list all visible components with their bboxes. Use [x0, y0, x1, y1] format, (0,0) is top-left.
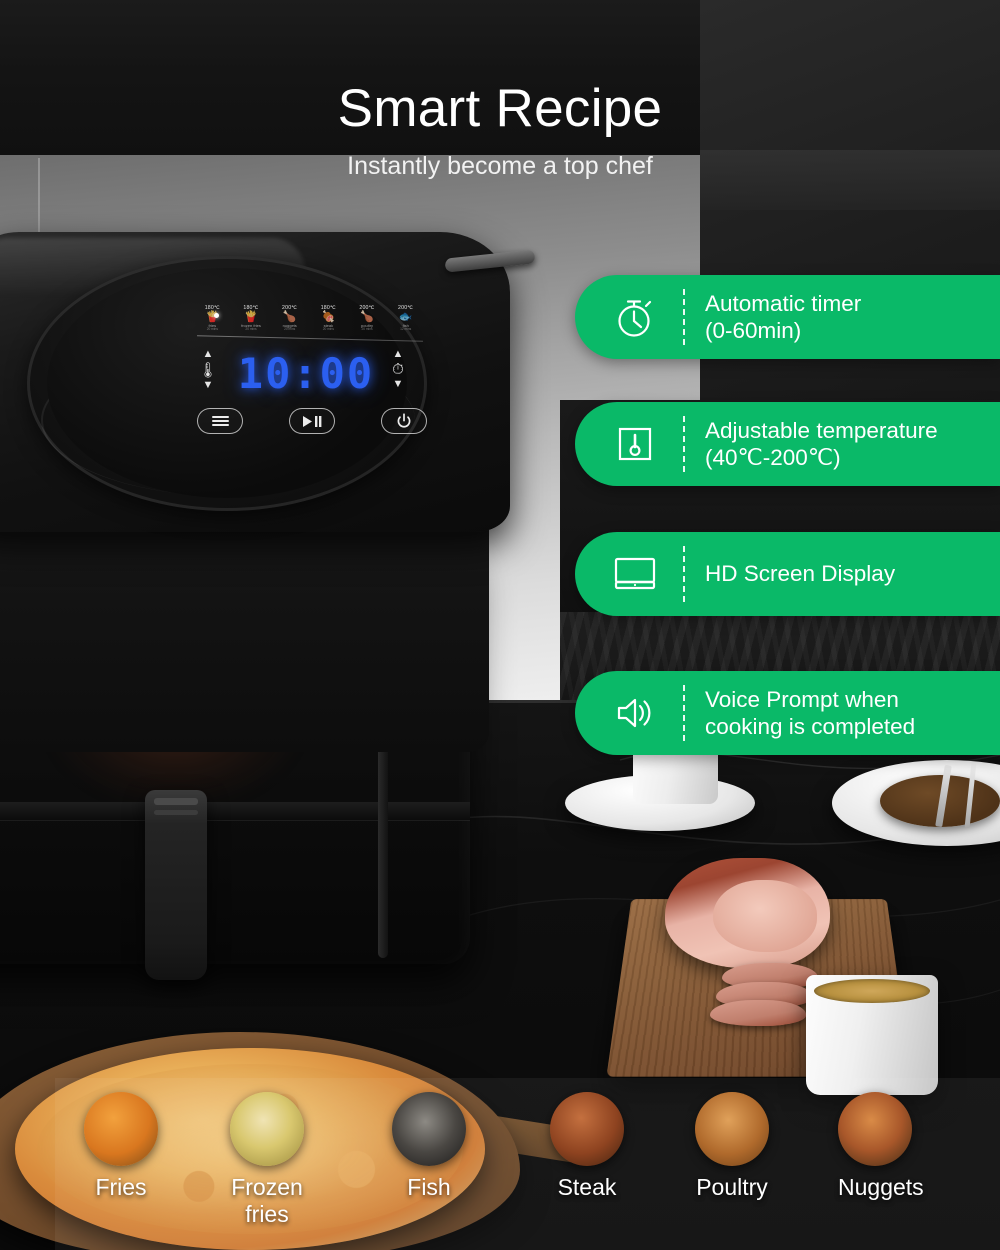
food-label: Nuggets [838, 1174, 924, 1200]
pill-divider [683, 289, 685, 345]
menu-button[interactable] [197, 408, 243, 434]
preset-steak[interactable]: 180℃ 🍖 steak 20 mins [309, 305, 348, 340]
steak-icon: 🍖 [321, 311, 336, 324]
preset-sub: 12 mins [400, 327, 412, 332]
page-subtitle: Instantly become a top chef [347, 152, 653, 180]
preset-program-row: 180℃ 🍟 fries 20 mins 180℃ 🍟 frozen fries… [193, 305, 425, 340]
feature-pill-hd-screen-display[interactable]: HD Screen Display [575, 532, 1000, 616]
basket-band [0, 802, 470, 820]
menu-icon [211, 414, 229, 428]
nuggets-icon: 🍗 [282, 311, 297, 324]
food-label: Frozen fries [231, 1174, 303, 1227]
feature-label: HD Screen Display [705, 561, 896, 587]
temperature-stepper[interactable]: ▲ 🌡 ▼ [193, 349, 223, 391]
product-marketing-banner: BLITZHOME 180℃ 🍟 fries 20 mins 180℃ 🍟 fr… [0, 0, 1000, 1250]
touch-button-row [197, 408, 427, 434]
thermometer-icon [589, 402, 681, 486]
basket-handle[interactable] [145, 790, 207, 980]
food-item-fish[interactable]: Fish [392, 1092, 466, 1201]
fish-thumbnail [392, 1092, 466, 1166]
food-label: Poultry [696, 1174, 768, 1200]
preset-sub: 20 mins [284, 327, 296, 332]
fries-thumbnail [84, 1092, 158, 1166]
meat-slice [710, 1000, 806, 1026]
timer-stepper[interactable]: ▲ ⏱ ▼ [383, 349, 413, 390]
poultry-icon: 🍗 [360, 311, 374, 324]
stopwatch-icon [589, 275, 681, 359]
play-pause-button[interactable] [289, 408, 335, 434]
screen-icon [589, 532, 681, 616]
nuggets-thumbnail [838, 1092, 912, 1166]
temp-up-arrow[interactable]: ▲ [193, 349, 223, 360]
timer-dial-icon: ⏱ [392, 361, 404, 378]
preset-nuggets[interactable]: 200℃ 🍗 nuggets 20 mins [270, 305, 309, 340]
timer-down-arrow[interactable]: ▼ [383, 379, 413, 390]
fries-icon: 🍟 [205, 311, 220, 324]
pill-divider [683, 416, 685, 472]
preset-frozen-fries[interactable]: 180℃ 🍟 frozen fries 20 mins [232, 305, 271, 340]
speaker-icon [589, 671, 681, 755]
feature-label: Adjustable temperature (40℃-200℃) [705, 417, 938, 470]
temp-down-arrow[interactable]: ▼ [193, 380, 223, 391]
frozen-fries-thumbnail [230, 1092, 304, 1166]
feature-pill-voice-prompt[interactable]: Voice Prompt when cooking is completed [575, 671, 1000, 755]
fish-icon: 🐟 [398, 311, 413, 324]
food-item-nuggets[interactable]: Nuggets [838, 1092, 924, 1201]
food-item-frozen-fries[interactable]: Frozen fries [230, 1092, 304, 1228]
soup-cup [806, 975, 938, 1095]
steak-thumbnail [550, 1092, 624, 1166]
preset-sub: 20 mins [206, 327, 218, 332]
control-panel-glass[interactable]: 180℃ 🍟 fries 20 mins 180℃ 🍟 frozen fries… [47, 268, 427, 498]
preset-sub: 20 mins [361, 327, 373, 332]
feature-label: Voice Prompt when cooking is completed [705, 686, 916, 739]
pill-divider [683, 685, 685, 741]
thermometer-icon: 🌡 [198, 362, 218, 379]
led-time-display: 10:00 [237, 348, 375, 398]
feature-pill-automatic-timer[interactable]: Automatic timer (0-60min) [575, 275, 1000, 359]
roasted-meat [665, 858, 830, 968]
poultry-thumbnail [695, 1092, 769, 1166]
food-item-steak[interactable]: Steak [550, 1092, 624, 1201]
food-label: Fries [95, 1174, 147, 1200]
timer-up-arrow[interactable]: ▲ [383, 349, 413, 360]
page-title: Smart Recipe [337, 79, 663, 138]
preset-sub: 20 mins [322, 327, 334, 332]
pill-divider [683, 546, 685, 602]
preset-fish[interactable]: 200℃ 🐟 fish 12 mins [386, 305, 425, 340]
food-item-poultry[interactable]: Poultry [695, 1092, 769, 1201]
preset-poultry[interactable]: 200℃ 🍗 poultry 20 mins [348, 305, 387, 340]
food-item-fries[interactable]: Fries [84, 1092, 158, 1201]
air-fryer-product: BLITZHOME 180℃ 🍟 fries 20 mins 180℃ 🍟 fr… [0, 232, 540, 1012]
power-button[interactable] [381, 408, 427, 434]
feature-label: Automatic timer (0-60min) [705, 290, 862, 343]
food-label: Fish [407, 1174, 451, 1200]
feature-pill-adjustable-temperature[interactable]: Adjustable temperature (40℃-200℃) [575, 402, 1000, 486]
power-icon [397, 413, 411, 428]
food-label: Steak [557, 1174, 617, 1200]
preset-sub: 20 mins [245, 327, 257, 332]
frozen-fries-icon: 🍟 [244, 311, 258, 324]
play-pause-icon [303, 415, 322, 427]
preset-active-indicator [214, 313, 219, 318]
